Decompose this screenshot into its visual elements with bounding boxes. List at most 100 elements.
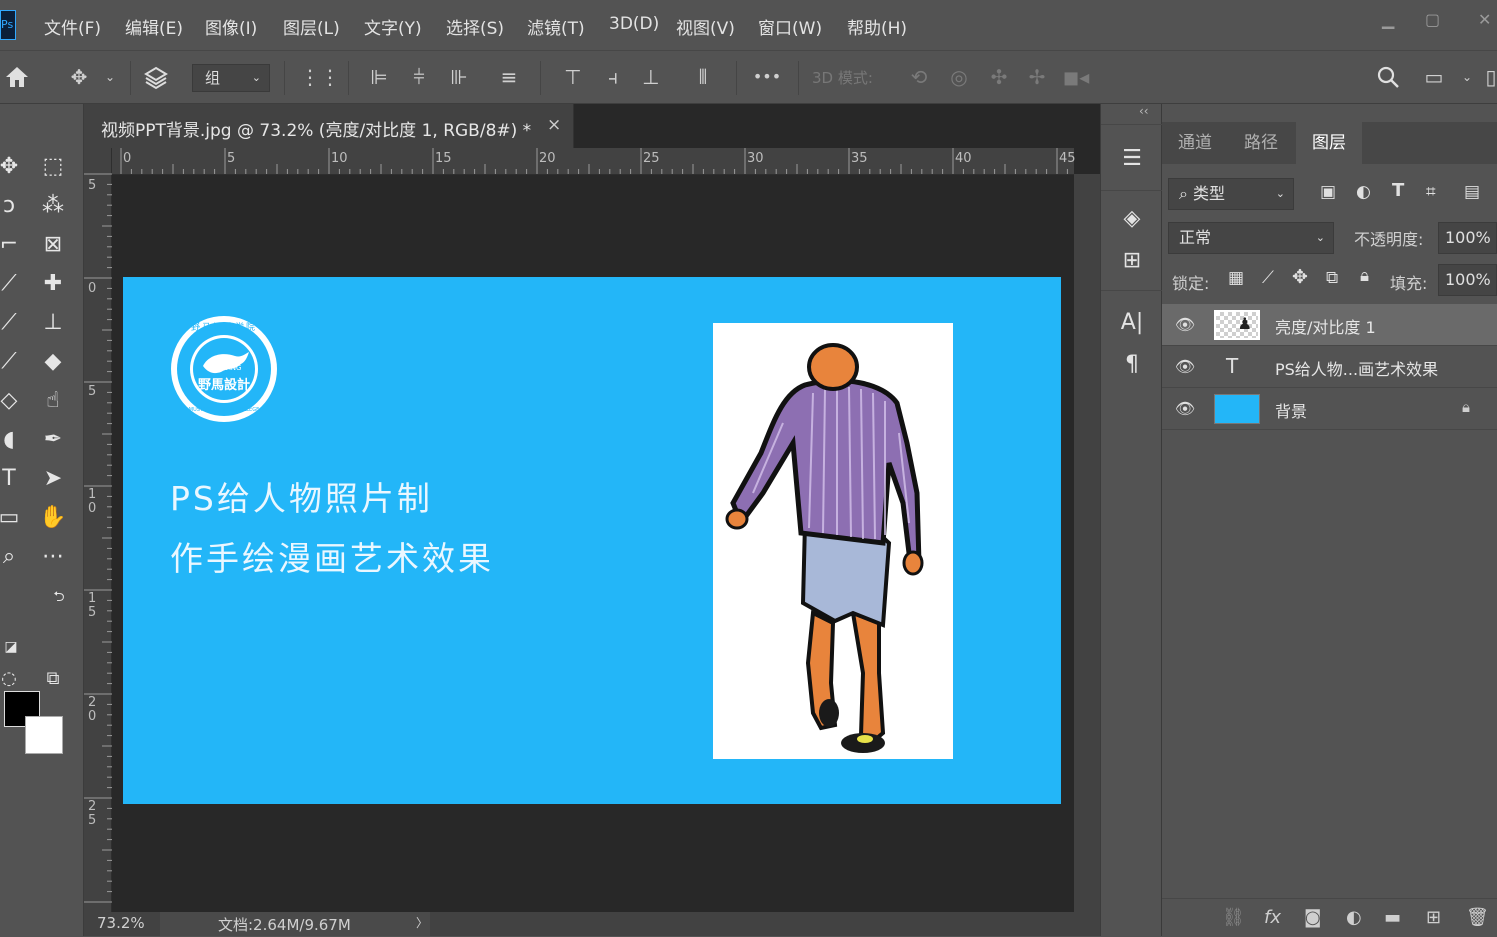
rectangle-tool-icon[interactable]: ▭	[0, 503, 24, 533]
screen-mode-icon[interactable]: ⧉	[38, 664, 68, 694]
close-tab-icon[interactable]: ×	[547, 115, 561, 135]
transform-controls-icon[interactable]: ⋮⋮	[300, 65, 340, 89]
filter-pixel-icon[interactable]: ▣	[1320, 182, 1336, 202]
more-options-icon[interactable]: •••	[752, 65, 782, 89]
filter-kind-dropdown[interactable]: ⌕ 类型 ⌄	[1168, 178, 1294, 210]
restore-icon[interactable]: ▢	[1425, 10, 1440, 29]
status-menu-arrow-icon[interactable]: 〉	[416, 914, 428, 931]
auto-select-target-dropdown[interactable]: 组 ⌄	[192, 64, 270, 92]
3d-roll-icon[interactable]: ◎	[944, 65, 974, 89]
menu-help[interactable]: 帮助(H)	[847, 14, 907, 39]
eye-icon[interactable]: 👁︎	[1174, 398, 1196, 420]
align-bottom-icon[interactable]: ⊥	[638, 65, 664, 89]
horizontal-ruler[interactable]: 0 5 10 15 20 25 30 35 40 45	[112, 148, 1076, 175]
align-horizontal-center-icon[interactable]: ⫩	[406, 65, 432, 89]
menu-view[interactable]: 视图(V)	[676, 14, 735, 39]
new-group-icon[interactable]: ▬	[1384, 907, 1401, 928]
eye-icon[interactable]: 👁︎	[1174, 314, 1196, 336]
dodge-tool-icon[interactable]: ◖	[0, 425, 24, 455]
lock-position-icon[interactable]: ✥	[1292, 266, 1308, 288]
fx-icon[interactable]: fx	[1264, 907, 1281, 928]
vertical-scrollbar[interactable]	[1074, 174, 1100, 912]
hand-tool-icon[interactable]: ✋	[38, 503, 68, 533]
layer-row[interactable]: 👁︎ ♟ 亮度/对比度 1	[1162, 304, 1497, 346]
smudge-tool-icon[interactable]: ☝	[38, 386, 68, 416]
background-color-swatch[interactable]	[25, 716, 63, 754]
zoom-tool-icon[interactable]: ⌕	[0, 542, 24, 572]
3d-orbit-icon[interactable]: ⟲	[904, 65, 934, 89]
layer-name[interactable]: PS给人物...画艺术效果	[1275, 356, 1438, 380]
align-vertical-center-icon[interactable]: ⫞	[600, 65, 626, 89]
history-brush-tool-icon[interactable]: ⟋	[0, 347, 24, 377]
align-left-icon[interactable]: ⊫	[366, 65, 392, 89]
distribute-horizontal-icon[interactable]: ⫴	[690, 65, 716, 89]
lock-transparent-pixels-icon[interactable]: ▦	[1228, 268, 1244, 288]
document-canvas[interactable]: 野马设计学院 MUSTANG 野馬設計 MUSTANG DESIGN COLLE…	[123, 277, 1061, 804]
doc-info-box[interactable]: 文档:2.64M/9.67M 〉	[160, 912, 430, 936]
lock-image-pixels-icon[interactable]: ⟋	[1262, 268, 1274, 288]
swatches-panel-icon[interactable]: ◈	[1115, 202, 1149, 236]
minimize-icon[interactable]: ▁	[1382, 10, 1394, 29]
magic-wand-tool-icon[interactable]: ⁂	[38, 191, 68, 221]
healing-brush-tool-icon[interactable]: ✚	[38, 269, 68, 299]
swap-colors-icon[interactable]: ⮌	[44, 582, 74, 612]
close-icon[interactable]: ✕	[1478, 10, 1491, 29]
document-tab[interactable]: 视频PPT背景.jpg @ 73.2% (亮度/对比度 1, RGB/8#) *…	[84, 104, 574, 148]
quick-mask-icon[interactable]: ◌	[0, 664, 24, 694]
menu-layer[interactable]: 图层(L)	[283, 14, 340, 39]
collapse-panels-icon[interactable]: ‹‹	[1139, 104, 1149, 118]
tab-channels[interactable]: 通道	[1162, 122, 1228, 164]
link-layers-icon[interactable]: ⛓	[1222, 907, 1245, 928]
3d-pan-icon[interactable]: ✣	[984, 65, 1014, 89]
filter-smart-object-icon[interactable]: ▤	[1464, 182, 1480, 202]
align-top-icon[interactable]: ⊤	[560, 65, 586, 89]
auto-select-layers-icon[interactable]	[142, 65, 172, 91]
brush-tool-icon[interactable]: ⟋	[0, 308, 24, 338]
pen-tool-icon[interactable]: ✒	[38, 425, 68, 455]
path-selection-tool-icon[interactable]: ➤	[38, 464, 68, 494]
character-panel-icon[interactable]: A|	[1115, 306, 1149, 340]
menu-edit[interactable]: 编辑(E)	[125, 14, 183, 39]
zoom-level[interactable]: 73.2%	[97, 914, 145, 932]
properties-panel-icon[interactable]: ☰	[1115, 142, 1149, 176]
menu-type[interactable]: 文字(Y)	[364, 14, 422, 39]
share-icon[interactable]: ▯	[1484, 65, 1497, 89]
layer-row[interactable]: 👁︎ 背景 🔒︎	[1162, 388, 1497, 430]
type-tool-icon[interactable]: T	[0, 464, 24, 494]
paragraph-panel-icon[interactable]: ¶	[1115, 348, 1149, 382]
default-colors-icon[interactable]: ◪	[0, 632, 26, 662]
filter-shape-icon[interactable]: ⌗	[1426, 182, 1436, 202]
menu-image[interactable]: 图像(I)	[205, 14, 257, 39]
3d-slide-icon[interactable]: ✢	[1022, 65, 1052, 89]
eraser-tool-icon[interactable]: ◆	[38, 347, 68, 377]
crop-tool-icon[interactable]: ⌐	[0, 230, 24, 260]
grid-panel-icon[interactable]: ⊞	[1115, 244, 1149, 278]
rectangular-marquee-tool-icon[interactable]: ⬚	[38, 152, 68, 182]
search-icon[interactable]	[1376, 65, 1404, 89]
lock-all-icon[interactable]: 🔒︎	[1360, 266, 1369, 286]
menu-window[interactable]: 窗口(W)	[758, 14, 822, 39]
move-tool-icon[interactable]: ✥	[0, 152, 24, 182]
frame-tool-icon[interactable]: ⊠	[38, 230, 68, 260]
3d-camera-icon[interactable]: ◼◂	[1060, 65, 1092, 89]
move-tool-icon[interactable]: ✥	[64, 65, 94, 89]
menu-file[interactable]: 文件(F)	[44, 14, 101, 39]
delete-layer-icon[interactable]: 🗑︎	[1466, 907, 1489, 928]
menu-3d[interactable]: 3D(D)	[609, 14, 659, 34]
eyedropper-tool-icon[interactable]: ⟋	[0, 269, 24, 299]
lock-artboard-icon[interactable]: ⧉	[1326, 268, 1338, 288]
distribute-vertical-icon[interactable]: ≡	[496, 65, 522, 89]
chevron-down-icon[interactable]: ⌄	[1458, 65, 1476, 89]
eye-icon[interactable]: 👁︎	[1174, 356, 1196, 378]
filter-type-icon[interactable]: T	[1392, 180, 1404, 201]
layer-name[interactable]: 亮度/对比度 1	[1275, 314, 1376, 338]
new-layer-icon[interactable]: ⊞	[1426, 907, 1441, 928]
align-right-icon[interactable]: ⊪	[446, 65, 472, 89]
lasso-tool-icon[interactable]: ↄ	[0, 191, 24, 221]
menu-filter[interactable]: 滤镜(T)	[527, 14, 585, 39]
chevron-down-icon[interactable]: ⌄	[100, 65, 120, 89]
layer-row[interactable]: 👁︎ T PS给人物...画艺术效果	[1162, 346, 1497, 388]
add-mask-icon[interactable]: ◙	[1304, 907, 1321, 928]
tab-layers[interactable]: 图层	[1296, 122, 1362, 164]
new-adjustment-layer-icon[interactable]: ◐	[1346, 907, 1362, 928]
